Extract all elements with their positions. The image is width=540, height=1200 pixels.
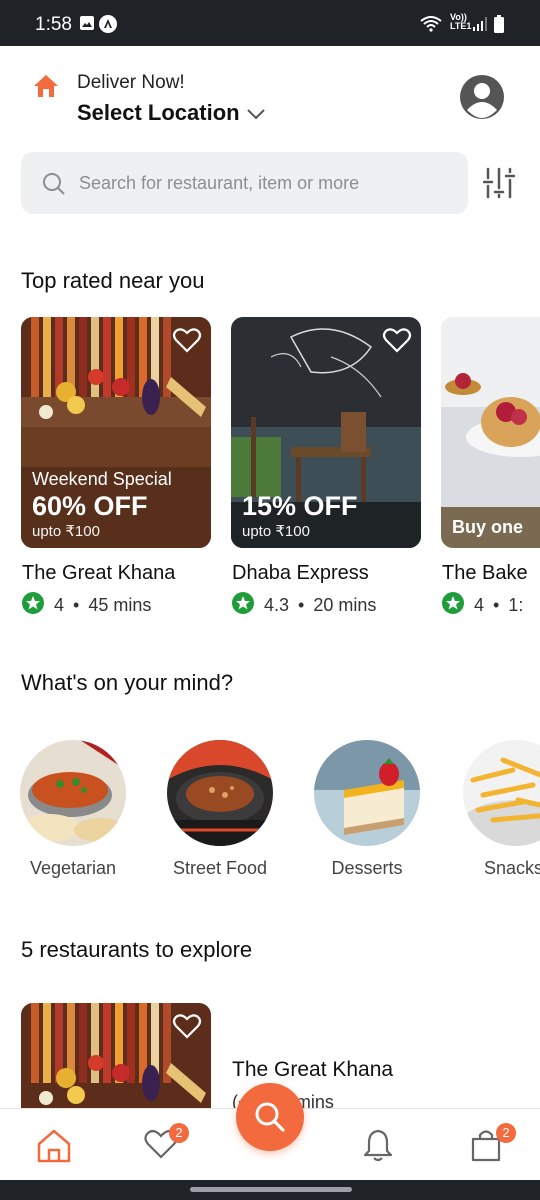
category-label: Vegetarian [29,858,117,878]
heart-icon[interactable] [382,326,412,358]
section-title-explore: 5 restaurants to explore [21,937,253,962]
separator-dot: • [493,595,500,615]
offer-main: 60% OFF [32,491,148,521]
category-desserts[interactable]: Desserts [302,740,432,879]
bell-icon [360,1129,396,1167]
restaurant-card[interactable]: Buy one The Bake 4 • 1: [441,317,540,617]
restaurant-card[interactable]: 15% OFF upto ₹100 Dhaba Express 4.3 • 20… [231,317,421,615]
heart-icon [143,1129,179,1165]
gesture-handle[interactable] [190,1187,352,1192]
status-bar: 1:58 Vo)) LTE1 [0,0,540,46]
restaurant-image: Buy one [441,317,540,548]
location-label: Select Location [77,100,240,125]
offer-sub: upto ₹100 [32,523,100,540]
location-selector[interactable]: Select Location [77,100,266,126]
nav-home[interactable] [34,1127,74,1167]
chevron-down-icon [246,100,266,126]
delivery-time: 1: [508,595,524,615]
category-label: Street Food [172,858,268,878]
heart-icon[interactable] [172,1012,202,1044]
explore-restaurant-image[interactable] [21,1003,211,1113]
delivery-time: 45 mins [88,595,152,615]
explore-restaurant-name: The Great Khana [232,1058,394,1081]
section-title-top-rated: Top rated near you [21,268,205,293]
offer-banner: 15% OFF upto ₹100 [242,490,358,540]
nav-favorites[interactable]: 2 [143,1123,189,1167]
restaurant-name: The Bake [442,562,528,584]
category-snacks[interactable]: Snacks [450,740,540,879]
restaurant-image: 15% OFF upto ₹100 [231,317,421,548]
search-icon [41,171,67,201]
category-label: Desserts [331,858,403,878]
gesture-bar [0,1180,540,1200]
nav-cart[interactable]: 2 [468,1123,516,1167]
profile-icon[interactable] [459,74,505,120]
rating-value: 4 [54,595,65,615]
category-image [463,740,540,846]
offer-banner: Buy one [452,517,523,538]
network-label: Vo)) LTE1 [450,13,471,31]
offer-sub: upto ₹100 [242,523,310,540]
restaurant-meta: 4 • 1: [442,592,523,617]
section-title-on-your-mind: What's on your mind? [21,670,234,695]
status-time: 1:58 [35,14,72,35]
home-icon [34,1129,74,1169]
wifi-icon [420,16,442,36]
signal-icon [472,16,488,36]
separator-dot: • [298,595,305,615]
category-image [20,740,126,846]
filter-icon[interactable] [482,166,516,200]
rating-value: 4.3 [264,595,290,615]
restaurant-image: Weekend Special 60% OFF upto ₹100 [21,317,211,548]
category-vegetarian[interactable]: Vegetarian [8,740,138,879]
cart-badge: 2 [496,1123,516,1143]
nav-notifications[interactable] [360,1127,400,1167]
offer-main: Buy one [452,517,524,537]
restaurant-meta: 4 • 45 mins [22,592,151,619]
heart-icon[interactable] [172,326,202,358]
restaurant-name: The Great Khana [22,562,176,584]
battery-icon [494,15,504,37]
star-icon [22,592,44,619]
search-bar[interactable] [21,152,468,214]
separator-dot: • [73,595,80,615]
restaurant-card[interactable]: Weekend Special 60% OFF upto ₹100 The Gr… [21,317,211,615]
category-image [167,740,273,846]
app-notification-icon [99,15,117,37]
offer-banner: Weekend Special 60% OFF upto ₹100 [32,469,172,540]
delivery-time: 20 mins [313,595,377,615]
search-input[interactable] [79,166,449,200]
offer-tag: Weekend Special [32,469,172,489]
category-label: Snacks [484,858,540,878]
category-image [314,740,420,846]
rating-value: 4 [474,595,485,615]
restaurant-meta: 4.3 • 20 mins [232,592,376,619]
image-icon [79,15,95,35]
restaurant-name: Dhaba Express [232,562,369,584]
star-icon [442,592,464,617]
bag-icon [468,1130,504,1167]
network-label-bottom: LTE1 [450,21,472,31]
category-street-food[interactable]: Street Food [155,740,285,879]
star-icon [232,592,254,619]
favorites-badge: 2 [169,1123,189,1143]
deliver-label: Deliver Now! [77,72,185,93]
search-fab-button[interactable] [236,1083,304,1151]
offer-main: 15% OFF [242,491,358,521]
home-icon [32,72,60,104]
